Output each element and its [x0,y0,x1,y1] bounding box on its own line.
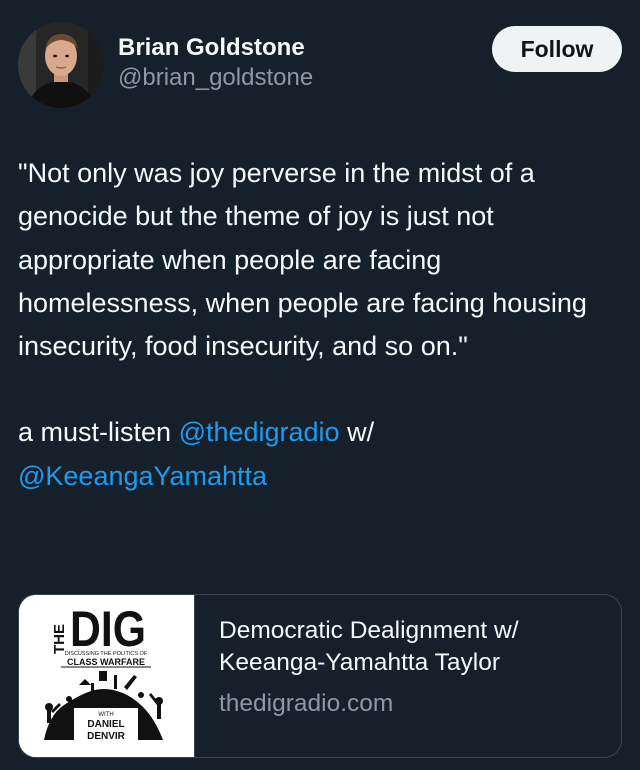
avatar-photo [18,22,104,108]
card-text: Democratic Dealignment w/ Keeanga-Yamaht… [195,595,621,757]
avatar[interactable] [18,22,104,108]
follow-button[interactable]: Follow [492,26,622,72]
logo-dig-text: DIG [70,601,146,657]
link-preview-card[interactable]: THE DIG DISCUSSING THE POLITICS OF CLASS… [18,594,622,758]
author-block: Brian Goldstone @brian_goldstone [118,34,313,94]
logo-host-first: DANIEL [87,719,124,730]
card-title[interactable]: Democratic Dealignment w/ Keeanga-Yamaht… [219,615,621,679]
tweet-text: "Not only was joy perverse in the midst … [18,152,624,498]
logo-the-text: THE [51,624,68,654]
logo-with-text: WITH [98,712,113,718]
mention-thedigradio[interactable]: @thedigradio [179,417,340,447]
author-handle[interactable]: @brian_goldstone [118,62,313,94]
tweet-text-mid: w/ [339,417,375,448]
tweet-recommendation: a must-listen @thedigradio w/ @KeeangaYam… [18,411,624,498]
logo-host-last: DENVIR [87,731,126,742]
logo-tagline-2: CLASS WARFARE [67,657,145,667]
card-thumbnail: THE DIG DISCUSSING THE POLITICS OF CLASS… [19,595,195,757]
mention-keeangayamahtta[interactable]: @KeeangaYamahtta [18,461,267,491]
the-dig-logo: THE DIG DISCUSSING THE POLITICS OF CLASS… [19,595,193,757]
tweet-text-prefix: a must-listen [18,417,179,448]
author-display-name[interactable]: Brian Goldstone [118,34,313,62]
tweet-header: Brian Goldstone @brian_goldstone Follow [18,22,622,112]
tweet-quote: "Not only was joy perverse in the midst … [18,158,587,362]
card-domain: thedigradio.com [219,690,394,717]
